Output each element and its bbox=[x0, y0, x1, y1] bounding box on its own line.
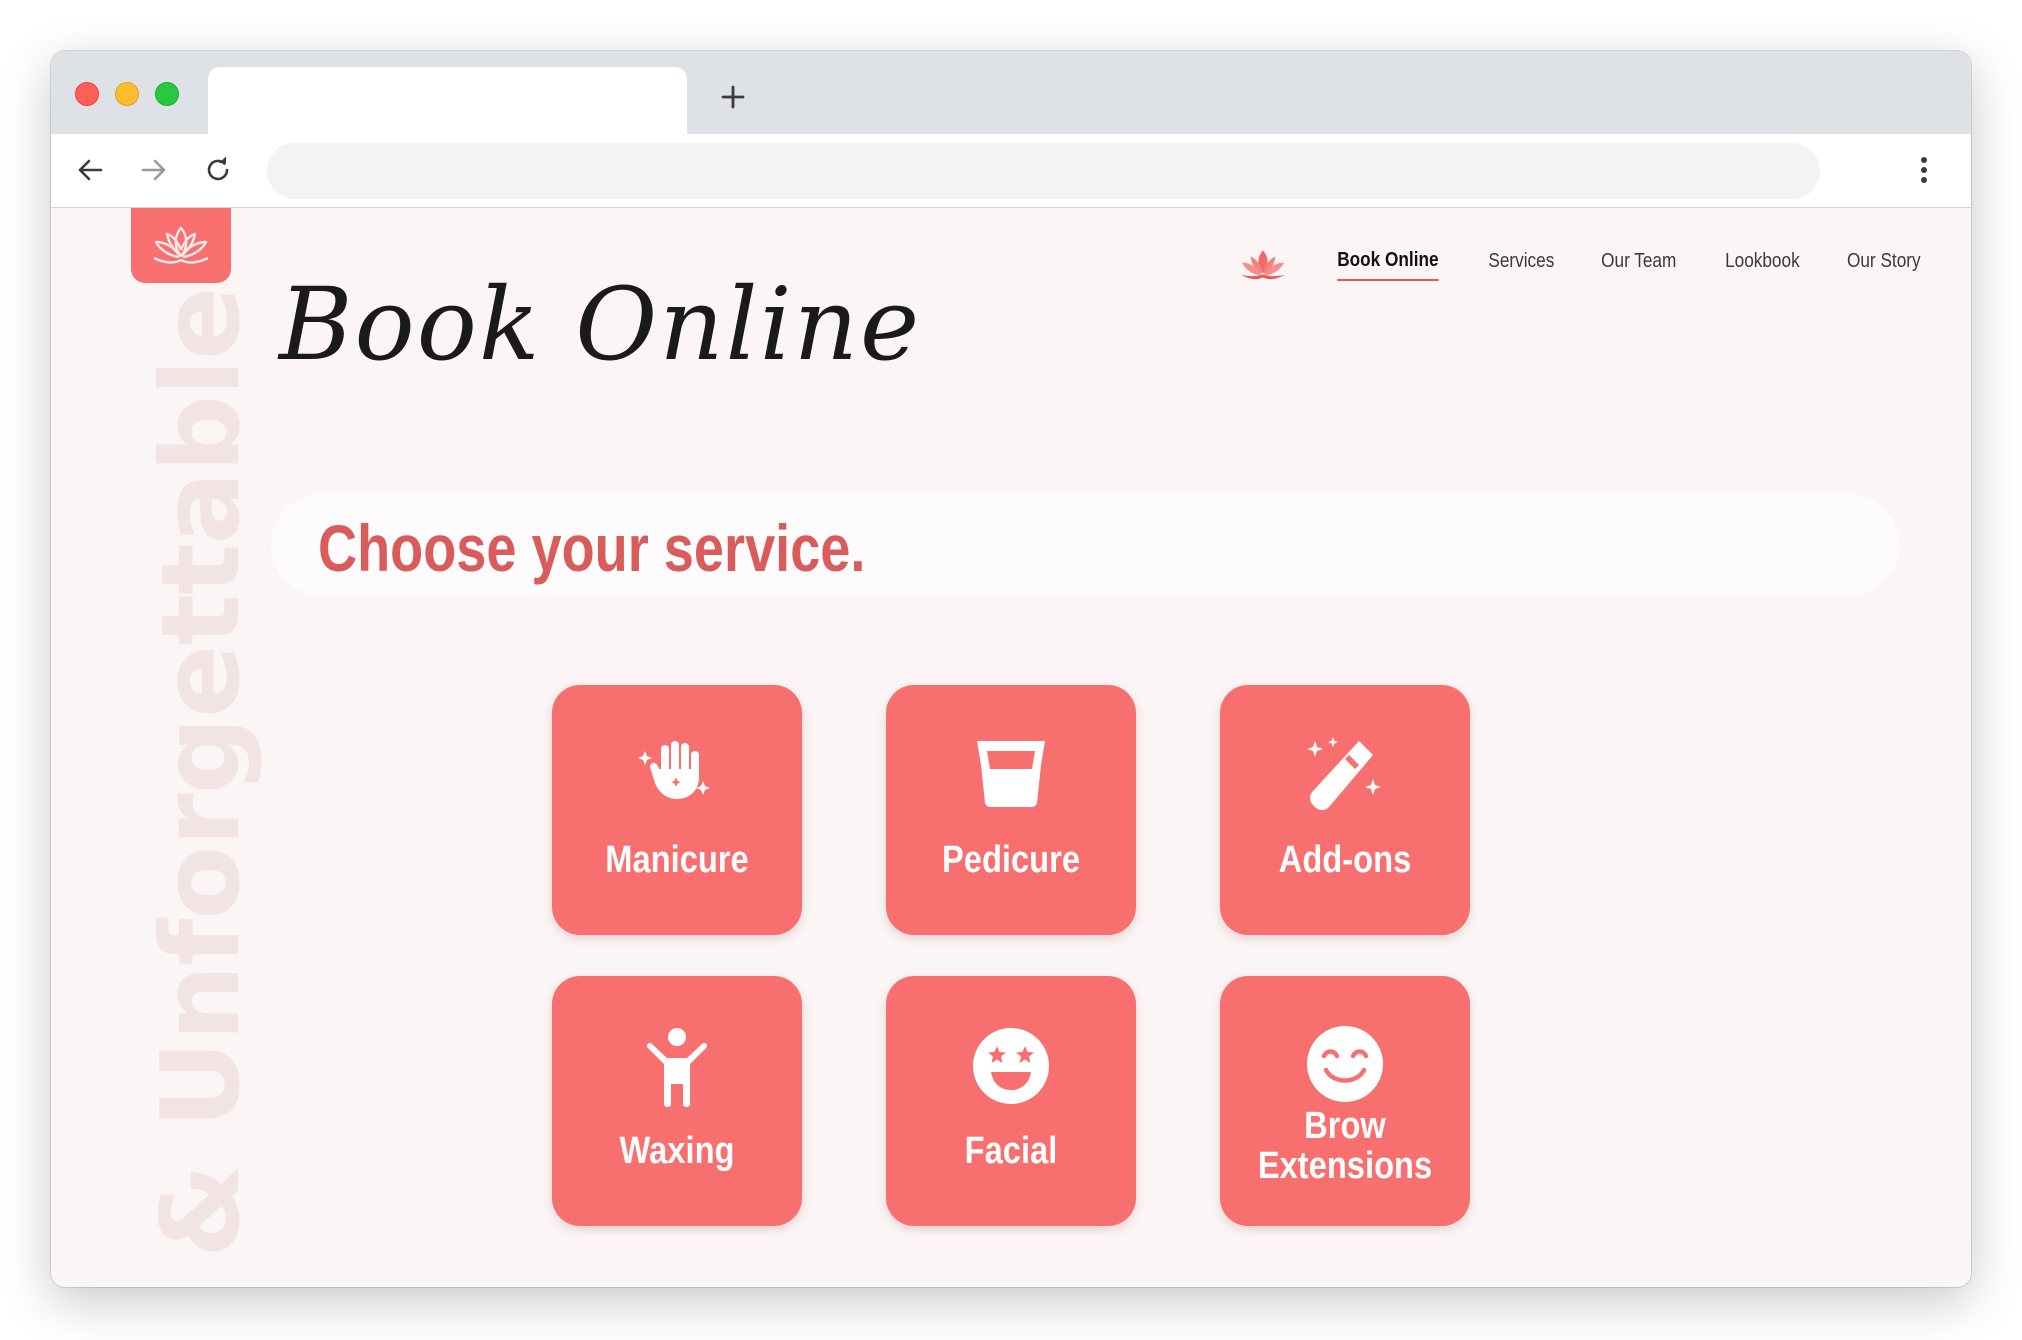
site-logo[interactable] bbox=[131, 208, 231, 283]
arrow-left-icon bbox=[78, 159, 103, 181]
nav-book-online[interactable]: Book Online bbox=[1336, 249, 1439, 281]
section-headline: Choose your service. bbox=[318, 511, 866, 585]
lotus-icon bbox=[153, 226, 209, 264]
close-window-button[interactable] bbox=[75, 82, 99, 106]
page-title: Book Online bbox=[279, 266, 922, 383]
service-card-manicure[interactable]: Manicure bbox=[552, 685, 802, 935]
service-label: Waxing bbox=[619, 1130, 735, 1172]
browser-titlebar bbox=[51, 51, 1971, 134]
browser-window: & Unforgettable Book Online Services Our… bbox=[51, 51, 1971, 1287]
service-card-pedicure[interactable]: Pedicure bbox=[886, 685, 1136, 935]
service-label: Manicure bbox=[605, 839, 749, 881]
nav-our-story[interactable]: Our Story bbox=[1847, 250, 1921, 280]
kebab-menu-icon bbox=[1921, 157, 1927, 183]
service-card-addons[interactable]: Add-ons bbox=[1220, 685, 1470, 935]
arrow-right-icon bbox=[141, 159, 166, 181]
service-label-line-1: Brow bbox=[1304, 1105, 1386, 1147]
service-label: Add-ons bbox=[1278, 839, 1412, 881]
nav-services[interactable]: Services bbox=[1488, 250, 1554, 280]
service-card-facial[interactable]: Facial bbox=[886, 976, 1136, 1226]
browser-menu-button[interactable] bbox=[1902, 148, 1946, 192]
tub-icon bbox=[886, 739, 1136, 809]
page-content: & Unforgettable Book Online Services Our… bbox=[51, 208, 1971, 1287]
headline-bar: Choose your service. bbox=[271, 494, 1899, 596]
smiling-face-icon bbox=[1220, 1024, 1470, 1104]
person-arms-up-icon bbox=[552, 1028, 802, 1108]
minimize-window-button[interactable] bbox=[115, 82, 139, 106]
sparkle-hand-icon bbox=[552, 739, 802, 805]
new-tab-button[interactable] bbox=[711, 75, 755, 119]
browser-toolbar bbox=[51, 134, 1971, 208]
service-label: Facial bbox=[964, 1130, 1058, 1172]
service-label-line-2: Extensions bbox=[1257, 1145, 1433, 1187]
nav-lookbook[interactable]: Lookbook bbox=[1725, 250, 1800, 280]
reload-icon bbox=[207, 156, 229, 181]
browser-tab[interactable] bbox=[208, 67, 687, 134]
address-bar[interactable] bbox=[267, 143, 1820, 199]
nav-our-team[interactable]: Our Team bbox=[1601, 250, 1676, 280]
lotus-icon bbox=[1241, 250, 1285, 280]
star-eyes-face-icon bbox=[886, 1026, 1136, 1106]
back-button[interactable] bbox=[68, 148, 112, 192]
magic-wand-icon bbox=[1220, 735, 1470, 815]
reload-button[interactable] bbox=[196, 148, 240, 192]
service-label: Brow Extensions bbox=[1238, 1106, 1453, 1186]
nav-lotus-logo[interactable] bbox=[1237, 248, 1289, 282]
forward-button[interactable] bbox=[132, 148, 176, 192]
maximize-window-button[interactable] bbox=[155, 82, 179, 106]
watermark-text: & Unforgettable bbox=[139, 287, 264, 1258]
plus-icon bbox=[721, 85, 745, 109]
service-card-waxing[interactable]: Waxing bbox=[552, 976, 802, 1226]
service-label: Pedicure bbox=[941, 839, 1081, 881]
main-nav: Book Online Services Our Team Lookbook O… bbox=[1237, 248, 1927, 282]
service-card-brow-extensions[interactable]: Brow Extensions bbox=[1220, 976, 1470, 1226]
